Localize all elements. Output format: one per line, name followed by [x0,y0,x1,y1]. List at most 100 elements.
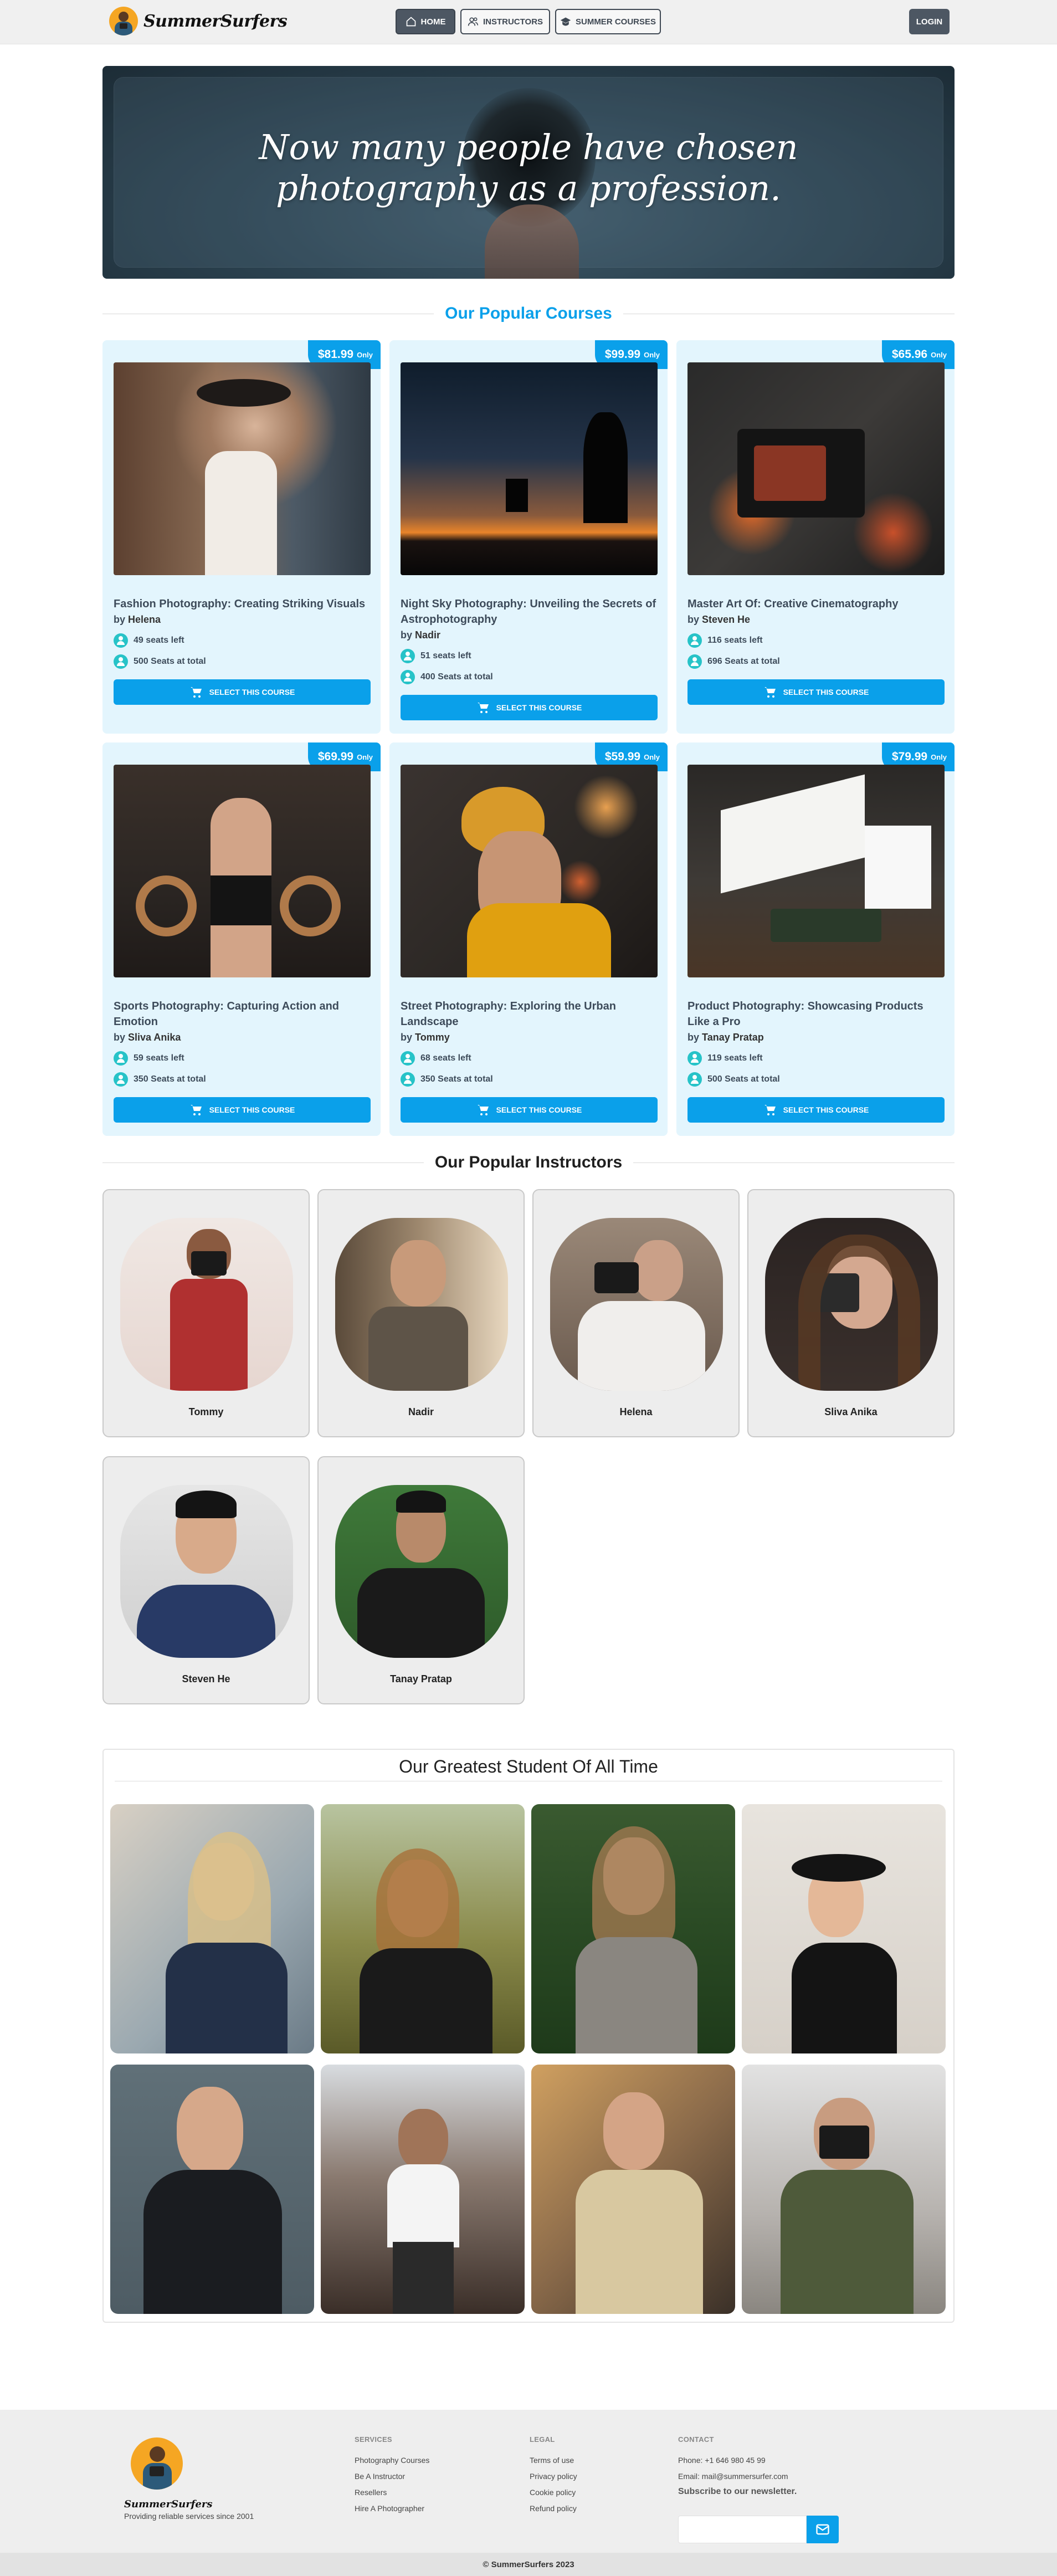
course-card: $99.99 Only Night Sky Photography: Unveil… [389,340,668,734]
instructor-card[interactable]: Helena [532,1189,740,1437]
nav-courses-button[interactable]: Summer Courses [555,9,661,34]
course-instructor: by Nadir [401,629,441,641]
footer-link[interactable]: Cookie policy [530,2485,577,2501]
course-title: Night Sky Photography: Unveiling the Sec… [401,598,656,626]
instructor-name: Tanay Pratap [390,1673,452,1684]
course-instructor: by Steven He [687,614,751,625]
seats-left: 119 seats left [687,1051,945,1066]
newsletter-email-input[interactable] [678,2516,807,2543]
footer-contact-title: Contact [678,2435,714,2444]
instructor-card[interactable]: Tommy [102,1189,310,1437]
footer-link[interactable]: Photography Courses [355,2452,429,2469]
student-photo [742,2065,946,2314]
seats-left: 51 seats left [401,648,658,664]
footer-legal-title: Legal [530,2435,555,2444]
hero-banner: Now many people have chosen photography … [102,66,955,279]
course-card: $81.99 Only Fashion Photography: Creating… [102,340,381,734]
user-seat-icon [114,1051,128,1066]
footer-link[interactable]: Refund policy [530,2501,577,2517]
footer-link[interactable]: Be A Instructor [355,2469,429,2485]
user-seat-icon [401,670,415,684]
instructor-card[interactable]: Nadir [317,1189,525,1437]
course-card: $65.96 Only Master Art Of: Creative Cinem… [676,340,955,734]
course-instructor: by Tanay Pratap [687,1032,764,1043]
nav-home-button[interactable]: Home [396,9,455,34]
user-seat-icon [687,654,702,669]
select-course-button[interactable]: Select this course [687,1097,945,1123]
cart-icon [764,687,776,698]
select-course-button[interactable]: Select this course [687,679,945,705]
course-image [401,362,658,575]
select-course-button[interactable]: Select this course [401,695,658,720]
footer-link[interactable]: Terms of use [530,2452,577,2469]
select-course-button[interactable]: Select this course [401,1097,658,1123]
seats-total: 400 Seats at total [401,669,658,685]
seats-total: 500 Seats at total [687,1072,945,1087]
course-instructor: by Helena [114,614,161,625]
login-button[interactable]: Login [909,9,950,34]
copyright: © SummerSurfers 2023 [0,2553,1057,2576]
user-seat-icon [114,1072,128,1087]
seats-left: 68 seats left [401,1051,658,1066]
student-photo [110,2065,314,2314]
photographer-logo-icon [131,2437,183,2490]
course-card: $79.99 Only Product Photography: Showcasi… [676,742,955,1136]
course-image [114,765,371,977]
user-seat-icon [114,654,128,669]
student-photo [110,1804,314,2053]
footer-link[interactable]: Resellers [355,2485,429,2501]
instructor-photo [335,1218,508,1391]
instructors-section-header: Our Popular Instructors [102,1151,955,1174]
footer-brand: SummerSurfers [124,2498,213,2510]
course-title: Product Photography: Showcasing Products… [687,1000,923,1028]
instructor-card[interactable]: Tanay Pratap [317,1456,525,1704]
instructor-photo [765,1218,938,1391]
students-section-title: Our Greatest Student Of All Time [399,1756,658,1776]
user-seat-icon [687,1051,702,1066]
course-title: Street Photography: Exploring the Urban … [401,1000,616,1028]
footer-link[interactable]: Hire A Photographer [355,2501,429,2517]
seats-total: 350 Seats at total [114,1072,371,1087]
footer-services-title: Services [355,2435,392,2444]
footer-phone: Phone: +1 646 980 45 99 [678,2456,766,2465]
nav-instructors-button[interactable]: Instructors [460,9,550,34]
instructor-photo [550,1218,723,1391]
user-seat-icon [687,1072,702,1087]
seats-left: 59 seats left [114,1051,371,1066]
newsletter-label: Subscribe to our newsletter. [678,2487,797,2496]
courses-section-header: Our Popular Courses [102,303,955,325]
seats-left: 49 seats left [114,633,371,648]
footer-services: Services Photography Courses Be A Instru… [355,2435,429,2517]
graduation-cap-icon [560,17,571,26]
user-seat-icon [401,1051,415,1066]
cart-icon [477,1105,489,1115]
newsletter-subscribe-button[interactable] [807,2516,839,2543]
select-course-button[interactable]: Select this course [114,1097,371,1123]
cart-icon [190,687,202,698]
instructor-name: Sliva Anika [824,1406,878,1417]
instructor-name: Helena [619,1406,653,1417]
course-image [687,765,945,977]
course-image [114,362,371,575]
seats-left: 116 seats left [687,633,945,648]
brand-logo[interactable]: SummerSurfers [109,7,288,35]
footer-contact: Contact Phone: +1 646 980 45 99 Email: m… [678,2435,797,2497]
student-photo [531,2065,735,2314]
instructor-card[interactable]: Steven He [102,1456,310,1704]
footer-link[interactable]: Privacy policy [530,2469,577,2485]
footer-tagline: Providing reliable services since 2001 [124,2512,254,2521]
students-section: Our Greatest Student Of All Time [102,1749,955,2323]
user-seat-icon [687,633,702,648]
select-course-button[interactable]: Select this course [114,679,371,705]
cart-icon [764,1105,776,1115]
course-instructor: by Sliva Anika [114,1032,181,1043]
instructor-card[interactable]: Sliva Anika [747,1189,955,1437]
instructor-photo [120,1218,293,1391]
footer: SummerSurfers Providing reliable service… [0,2410,1057,2553]
users-icon [468,17,479,26]
course-title: Fashion Photography: Creating Striking V… [114,598,366,610]
instructor-name: Tommy [188,1406,224,1417]
user-seat-icon [401,649,415,663]
courses-grid: $81.99 Only Fashion Photography: Creating… [102,340,955,1136]
student-photo [321,2065,525,2314]
